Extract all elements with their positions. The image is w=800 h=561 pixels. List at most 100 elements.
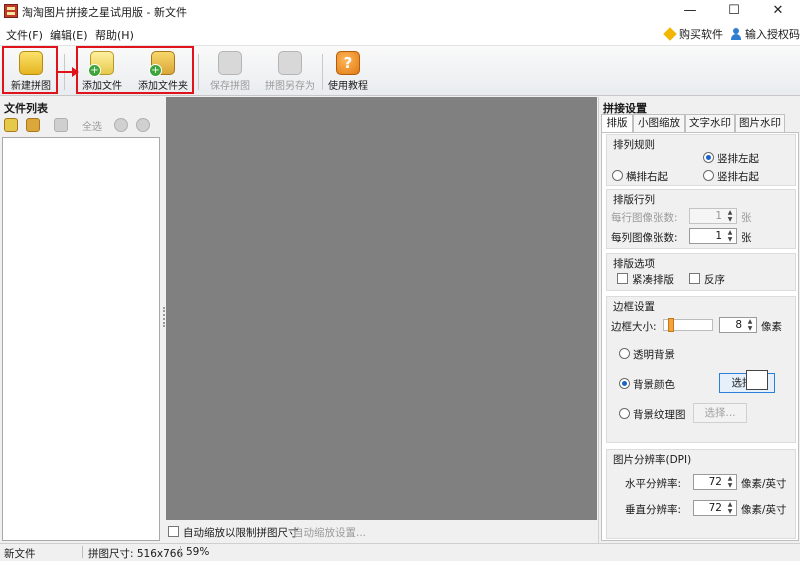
move-down-icon[interactable] <box>136 118 150 132</box>
status-divider <box>82 546 83 558</box>
auto-zoom-checkbox[interactable]: 自动缩放以限制拼图尺寸 <box>168 525 299 540</box>
status-file: 新文件 <box>4 548 36 560</box>
border-title: 边框设置 <box>613 301 655 313</box>
layout-tab-panel: 排列规则 竖排左起 横排右起 竖排右起 排版行列 每行图像张数: 1 ▲ ▼ 张 每… <box>601 132 799 541</box>
close-button[interactable]: ✕ <box>756 0 800 22</box>
toolbar-divider <box>198 54 199 90</box>
radio-icon <box>703 170 714 181</box>
toolbar-divider <box>322 54 323 90</box>
checkbox-icon <box>168 526 179 537</box>
app-logo-icon <box>4 4 18 18</box>
menu-help[interactable]: 帮助(H) <box>95 27 134 43</box>
slider-thumb[interactable] <box>667 318 674 332</box>
maximize-button[interactable]: ☐ <box>712 0 756 22</box>
menu-edit[interactable]: 编辑(E) <box>50 27 88 43</box>
radio-bg-texture[interactable]: 背景纹理图 <box>619 407 686 422</box>
reverse-checkbox[interactable]: 反序 <box>689 272 725 287</box>
h-dpi-label: 水平分辨率: <box>625 478 682 490</box>
stepper-arrows-icon[interactable]: ▲ ▼ <box>725 209 735 223</box>
user-icon <box>730 28 742 40</box>
radio-selected-icon <box>703 152 714 163</box>
preview-canvas[interactable] <box>166 97 597 520</box>
compact-checkbox[interactable]: 紧凑排版 <box>617 272 674 287</box>
tab-text-watermark[interactable]: 文字水印 <box>685 114 735 132</box>
enter-license-label: 输入授权码 <box>745 28 800 41</box>
radio-icon <box>619 348 630 359</box>
stepper-arrows-icon[interactable]: ▲ ▼ <box>725 501 735 515</box>
per-row-stepper[interactable]: 1 ▲ ▼ <box>689 208 737 224</box>
radio-transparent-bg[interactable]: 透明背景 <box>619 347 675 362</box>
reverse-label: 反序 <box>704 274 725 286</box>
tab-thumb-scale[interactable]: 小图缩放 <box>633 114 685 132</box>
status-zoom: 59% <box>186 546 210 558</box>
v-dpi-stepper[interactable]: 72 ▲ ▼ <box>693 500 737 516</box>
save-as-button[interactable]: 拼图另存为 <box>262 46 318 96</box>
radio-vertical-left[interactable]: 竖排左起 <box>703 151 759 166</box>
remove-file-icon[interactable] <box>54 118 68 132</box>
diamond-icon <box>663 27 677 41</box>
tutorial-button[interactable]: ? 使用教程 <box>326 46 370 96</box>
checkbox-icon <box>689 273 700 284</box>
stepper-arrows-icon[interactable]: ▲ ▼ <box>725 475 735 489</box>
bg-color-swatch[interactable] <box>746 370 768 390</box>
save-collage-label: 保存拼图 <box>210 81 250 92</box>
h-dpi-stepper[interactable]: 72 ▲ ▼ <box>693 474 737 490</box>
move-up-icon[interactable] <box>114 118 128 132</box>
arrange-rule-title: 排列规则 <box>613 139 655 151</box>
stepper-arrows-icon[interactable]: ▲ ▼ <box>745 318 755 332</box>
tab-layout[interactable]: 排版 <box>601 114 633 133</box>
select-all-button[interactable]: 全选 <box>82 118 102 133</box>
buy-software-link[interactable]: 购买软件 <box>663 26 723 42</box>
per-row-unit: 张 <box>741 212 752 224</box>
add-file-small-icon[interactable] <box>4 118 18 132</box>
splitter-grip-icon <box>163 307 165 327</box>
save-as-icon <box>278 51 302 75</box>
h-dpi-value: 72 <box>708 476 722 488</box>
enter-license-link[interactable]: 输入授权码 <box>730 26 800 42</box>
file-list-title: 文件列表 <box>4 102 48 115</box>
radio-icon <box>619 408 630 419</box>
highlight-box-add <box>76 46 194 94</box>
border-size-label: 边框大小: <box>611 321 657 333</box>
radio-vertical-left-label: 竖排左起 <box>717 153 759 165</box>
compact-label: 紧凑排版 <box>632 274 674 286</box>
h-dpi-unit: 像素/英寸 <box>741 478 787 490</box>
radio-horizontal-right-label: 横排右起 <box>626 171 668 183</box>
dpi-group: 图片分辨率(DPI) 水平分辨率: 72 ▲ ▼ 像素/英寸 垂直分辨率: 72 ▲ ▼… <box>606 449 796 539</box>
radio-horizontal-right[interactable]: 横排右起 <box>612 169 668 184</box>
per-col-unit: 张 <box>741 232 752 244</box>
per-col-stepper[interactable]: 1 ▲ ▼ <box>689 228 737 244</box>
auto-zoom-settings-link[interactable]: 自动缩放设置... <box>293 525 366 540</box>
save-icon <box>218 51 242 75</box>
arrange-rule-group: 排列规则 竖排左起 横排右起 竖排右起 <box>606 134 796 186</box>
auto-zoom-label: 自动缩放以限制拼图尺寸 <box>183 527 299 539</box>
settings-tabs: 排版 小图缩放 文字水印 图片水印 <box>601 114 799 133</box>
radio-icon <box>612 170 623 181</box>
per-col-value: 1 <box>715 230 722 242</box>
v-dpi-value: 72 <box>708 502 722 514</box>
choose-texture-button[interactable]: 选择... <box>693 403 747 423</box>
add-folder-small-icon[interactable] <box>26 118 40 132</box>
radio-bg-color[interactable]: 背景颜色 <box>619 377 675 392</box>
canvas-options-bar: 自动缩放以限制拼图尺寸 自动缩放设置... <box>166 520 597 543</box>
minimize-button[interactable]: — <box>668 0 712 22</box>
v-dpi-label: 垂直分辨率: <box>625 504 682 516</box>
highlight-box-new <box>2 46 58 94</box>
per-row-label: 每行图像张数: <box>611 212 678 224</box>
file-list-toolbar: 全选 <box>2 115 160 135</box>
file-list[interactable] <box>2 137 160 541</box>
rows-cols-group: 排版行列 每行图像张数: 1 ▲ ▼ 张 每列图像张数: 1 ▲ ▼ 张 <box>606 189 796 249</box>
stepper-arrows-icon[interactable]: ▲ ▼ <box>725 229 735 243</box>
settings-panel: 拼接设置 排版 小图缩放 文字水印 图片水印 排列规则 竖排左起 横排右起 竖排… <box>598 97 800 543</box>
transparent-bg-label: 透明背景 <box>633 349 675 361</box>
border-size-slider[interactable] <box>663 318 713 332</box>
v-dpi-unit: 像素/英寸 <box>741 504 787 516</box>
radio-vertical-right[interactable]: 竖排右起 <box>703 169 759 184</box>
tab-image-watermark[interactable]: 图片水印 <box>735 114 785 132</box>
save-collage-button[interactable]: 保存拼图 <box>206 46 254 96</box>
window-title: 淘淘图片拼接之星试用版 - 新文件 <box>22 6 187 19</box>
border-size-stepper[interactable]: 8 ▲ ▼ <box>719 317 757 333</box>
menu-file[interactable]: 文件(F) <box>6 27 43 43</box>
border-size-value: 8 <box>735 319 742 331</box>
menu-bar: 文件(F) 编辑(E) 帮助(H) 购买软件 输入授权码 <box>0 22 800 46</box>
